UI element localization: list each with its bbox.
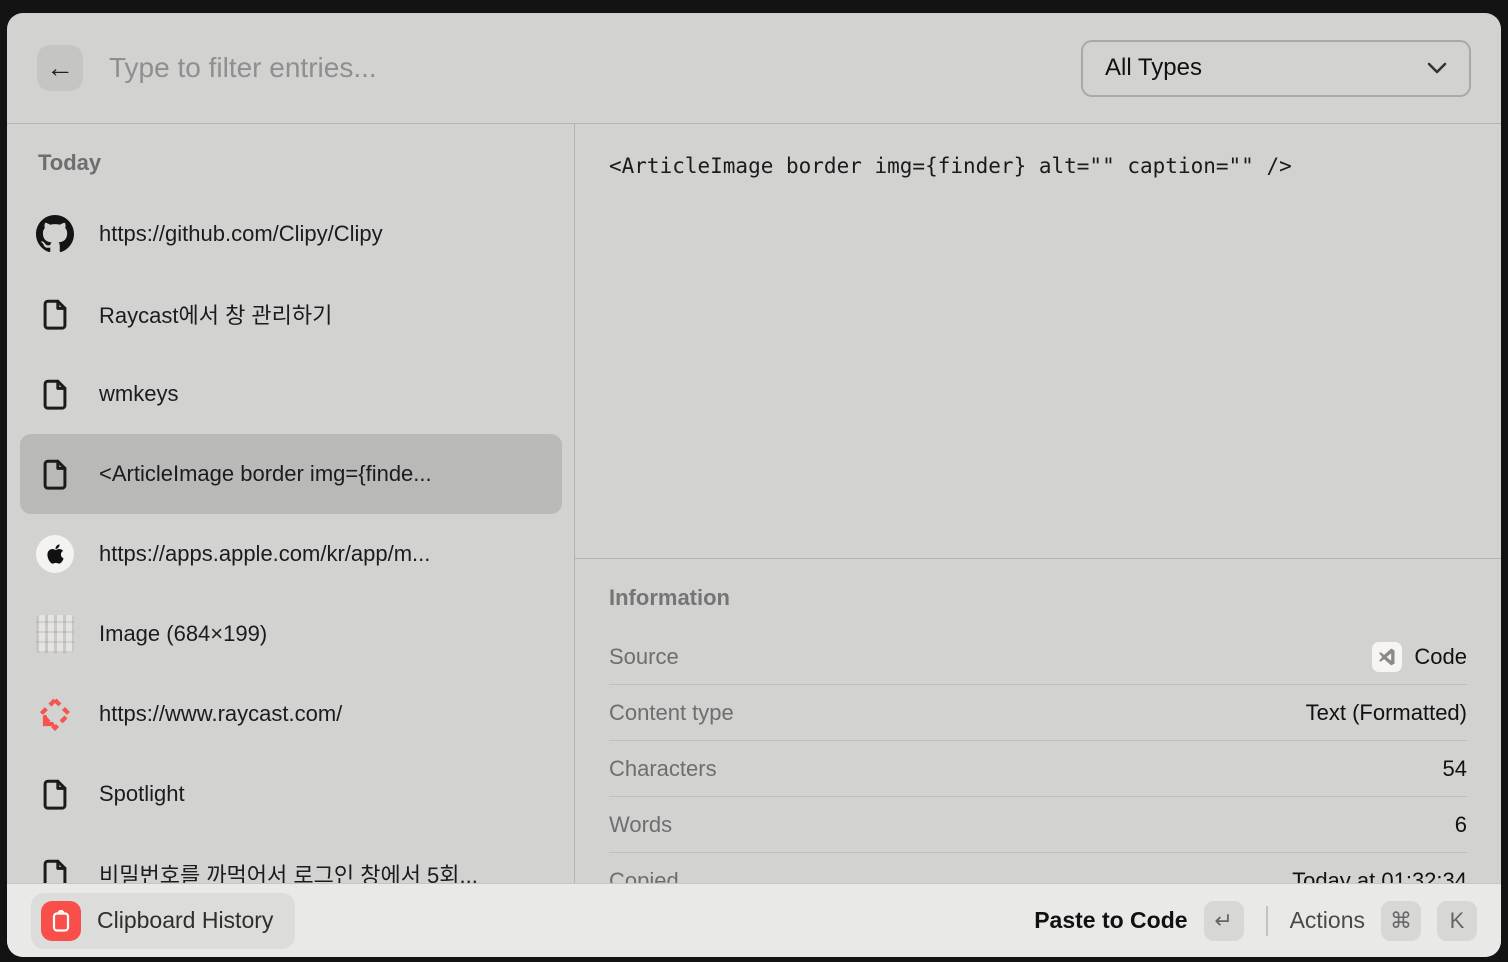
app-name: Clipboard History bbox=[97, 907, 273, 934]
main: Today https://github.com/Clipy/Clipy Ray… bbox=[7, 124, 1501, 883]
info-row-characters: Characters 54 bbox=[609, 741, 1467, 797]
info-value: 54 bbox=[1443, 756, 1467, 782]
list-item-label: Raycast에서 창 관리하기 bbox=[99, 298, 332, 330]
raycast-icon bbox=[36, 695, 74, 733]
list-item-spotlight[interactable]: Spotlight bbox=[20, 754, 562, 834]
filter-input[interactable] bbox=[109, 52, 1081, 84]
github-icon bbox=[36, 215, 74, 253]
clipboard-icon bbox=[41, 901, 81, 941]
list-item-label: 비밀번호를 까먹어서 로그인 창에서 5회... bbox=[99, 858, 478, 883]
list-item-label: wmkeys bbox=[99, 381, 178, 407]
info-row-words: Words 6 bbox=[609, 797, 1467, 853]
info-label: Characters bbox=[609, 756, 717, 782]
document-icon bbox=[36, 855, 74, 883]
back-button[interactable]: ← bbox=[37, 45, 83, 91]
info-row-copied: Copied Today at 01:32:34 bbox=[609, 853, 1467, 883]
list-item-label: https://apps.apple.com/kr/app/m... bbox=[99, 541, 430, 567]
code-preview: <ArticleImage border img={finder} alt=""… bbox=[575, 124, 1501, 558]
type-filter-dropdown[interactable]: All Types bbox=[1081, 40, 1471, 97]
type-filter-value: All Types bbox=[1105, 54, 1202, 82]
return-key-icon: ↵ bbox=[1204, 901, 1244, 941]
clipboard-history-window: ← All Types Today https://github.com/Cli… bbox=[7, 13, 1501, 957]
document-icon bbox=[36, 775, 74, 813]
list-item-label: Image (684×199) bbox=[99, 621, 267, 647]
list-item-articleimage-selected[interactable]: <ArticleImage border img={finde... bbox=[20, 434, 562, 514]
info-label: Words bbox=[609, 812, 672, 838]
preview-pane: <ArticleImage border img={finder} alt=""… bbox=[575, 124, 1501, 883]
footer-actions: Paste to Code ↵ Actions ⌘ K bbox=[1034, 901, 1477, 941]
list-item-appstore-url[interactable]: https://apps.apple.com/kr/app/m... bbox=[20, 514, 562, 594]
code-text: <ArticleImage border img={finder} alt=""… bbox=[609, 154, 1292, 178]
list-item-password-note[interactable]: 비밀번호를 까먹어서 로그인 창에서 5회... bbox=[20, 834, 562, 883]
header: ← All Types bbox=[7, 13, 1501, 123]
info-label: Source bbox=[609, 644, 679, 670]
apple-icon bbox=[36, 535, 74, 573]
info-row-source: Source Code bbox=[609, 629, 1467, 685]
info-value: Today at 01:32:34 bbox=[1292, 868, 1467, 883]
list-item-label: https://www.raycast.com/ bbox=[99, 701, 342, 727]
info-row-content-type: Content type Text (Formatted) bbox=[609, 685, 1467, 741]
info-value: Text (Formatted) bbox=[1306, 700, 1467, 726]
list-item-label: https://github.com/Clipy/Clipy bbox=[99, 221, 383, 247]
command-key-icon: ⌘ bbox=[1381, 901, 1421, 941]
list-item-image[interactable]: Image (684×199) bbox=[20, 594, 562, 674]
actions-button[interactable]: Actions bbox=[1290, 907, 1365, 934]
image-thumbnail bbox=[36, 615, 74, 653]
document-icon bbox=[36, 375, 74, 413]
entry-list: Today https://github.com/Clipy/Clipy Ray… bbox=[7, 124, 575, 883]
document-icon bbox=[36, 455, 74, 493]
k-key-icon: K bbox=[1437, 901, 1477, 941]
list-item-label: Spotlight bbox=[99, 781, 185, 807]
info-value: Code bbox=[1414, 644, 1467, 670]
footer-separator bbox=[1266, 906, 1268, 936]
paste-to-code-button[interactable]: Paste to Code bbox=[1034, 907, 1187, 934]
information-section: Information Source Code Content type Tex… bbox=[575, 558, 1501, 883]
chevron-down-icon bbox=[1427, 62, 1447, 74]
section-title-today: Today bbox=[20, 150, 562, 176]
list-item-raycast-url[interactable]: https://www.raycast.com/ bbox=[20, 674, 562, 754]
back-arrow-icon: ← bbox=[46, 52, 74, 84]
document-icon bbox=[36, 295, 74, 333]
info-label: Content type bbox=[609, 700, 734, 726]
list-item-raycast-window-doc[interactable]: Raycast에서 창 관리하기 bbox=[20, 274, 562, 354]
info-value: 6 bbox=[1455, 812, 1467, 838]
information-title: Information bbox=[609, 583, 1467, 613]
list-item-label: <ArticleImage border img={finde... bbox=[99, 461, 432, 487]
list-item-github-url[interactable]: https://github.com/Clipy/Clipy bbox=[20, 194, 562, 274]
app-pill: Clipboard History bbox=[31, 893, 295, 949]
list-item-wmkeys[interactable]: wmkeys bbox=[20, 354, 562, 434]
vscode-icon bbox=[1372, 642, 1402, 672]
footer-bar: Clipboard History Paste to Code ↵ Action… bbox=[7, 883, 1501, 957]
info-label: Copied bbox=[609, 868, 679, 883]
